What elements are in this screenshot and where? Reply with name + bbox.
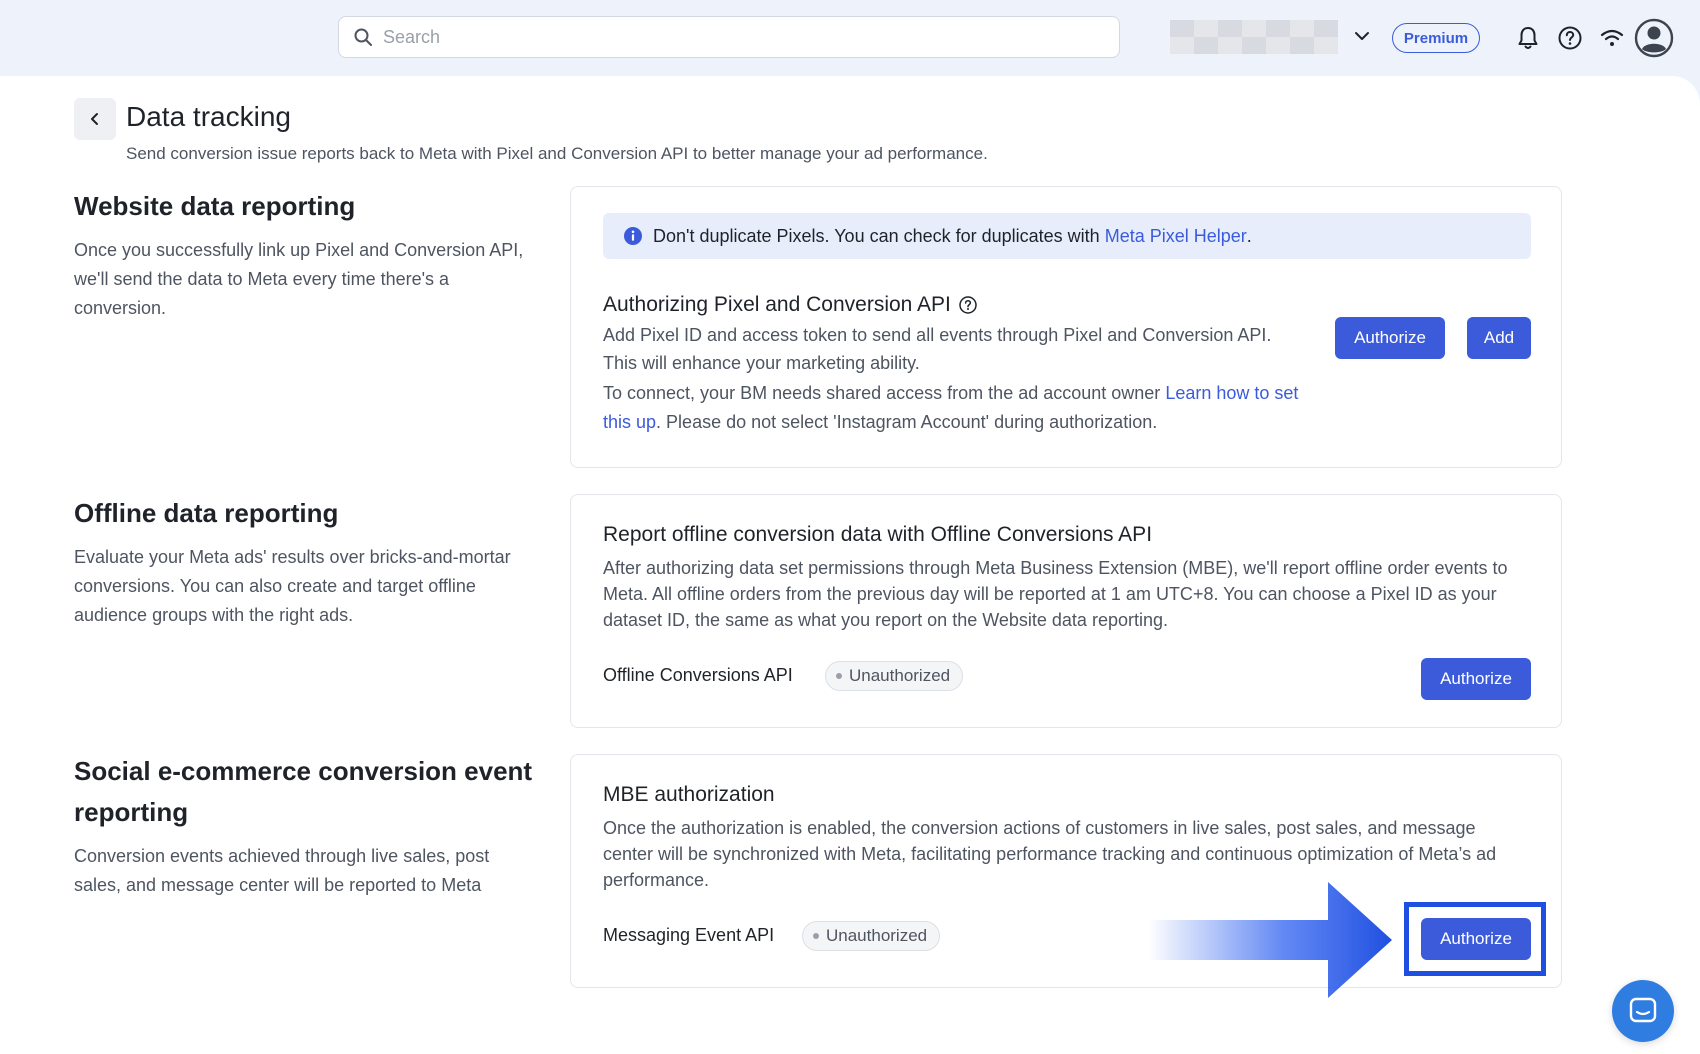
mbe-card-title: MBE authorization <box>603 783 775 806</box>
chat-support-button[interactable] <box>1612 980 1674 1042</box>
website-section-desc: Once you successfully link up Pixel and … <box>74 240 524 318</box>
messaging-event-api-label: Messaging Event API <box>603 925 775 945</box>
pointer-arrow-icon <box>1148 882 1392 998</box>
page-title: Data tracking <box>126 101 291 132</box>
offline-card-desc: After authorizing data set permissions t… <box>603 558 1508 630</box>
pixel-api-card: Don't duplicate Pixels. You can check fo… <box>570 186 1562 468</box>
info-icon <box>624 227 642 245</box>
social-section-desc: Conversion events achieved through live … <box>74 846 490 895</box>
offline-api-label: Offline Conversions API <box>603 665 793 685</box>
social-section-title: Social e-commerce conversion event repor… <box>74 756 533 827</box>
connect-instructions: To connect, your BM needs shared access … <box>603 379 1303 437</box>
pixel-add-button[interactable]: Add <box>1467 317 1531 359</box>
pixel-api-card-title-row: Authorizing Pixel and Conversion API <box>603 293 978 317</box>
offline-section-desc: Evaluate your Meta ads' results over bri… <box>74 547 511 625</box>
pixel-api-card-title: Authorizing Pixel and Conversion API <box>603 293 951 316</box>
connect-end: . Please do not select 'Instagram Accoun… <box>656 412 1158 432</box>
chevron-left-icon <box>91 113 98 125</box>
help-icon[interactable] <box>1556 24 1584 52</box>
offline-api-card: Report offline conversion data with Offl… <box>570 494 1562 728</box>
offline-section-title: Offline data reporting <box>74 498 339 528</box>
pixel-authorize-button[interactable]: Authorize <box>1335 317 1445 359</box>
search-input[interactable] <box>383 26 1083 48</box>
offline-authorize-button[interactable]: Authorize <box>1421 658 1531 700</box>
duplicate-pixel-notice: Don't duplicate Pixels. You can check fo… <box>603 213 1531 259</box>
page-subtitle: Send conversion issue reports back to Me… <box>126 144 988 163</box>
back-button[interactable] <box>74 98 116 140</box>
offline-card-title: Report offline conversion data with Offl… <box>603 523 1153 546</box>
search-box[interactable] <box>338 16 1120 58</box>
messaging-status-badge: Unauthorized <box>802 921 941 951</box>
status-dot <box>813 933 819 939</box>
top-bar: Premium <box>0 0 1700 76</box>
meta-pixel-helper-link[interactable]: Meta Pixel Helper <box>1105 226 1247 247</box>
status-dot <box>836 673 842 679</box>
wifi-icon[interactable] <box>1598 24 1626 52</box>
offline-status-text: Unauthorized <box>849 666 951 685</box>
chevron-down-icon[interactable] <box>1352 26 1372 46</box>
pixel-api-card-desc: Add Pixel ID and access token to send al… <box>603 325 1272 373</box>
bell-icon[interactable] <box>1514 24 1542 52</box>
search-icon <box>354 28 372 46</box>
offline-status-badge: Unauthorized <box>825 661 964 691</box>
question-circle-icon[interactable] <box>958 295 978 315</box>
highlight-frame <box>1404 902 1546 976</box>
chat-icon <box>1629 997 1657 1023</box>
notice-end: . <box>1246 225 1252 246</box>
user-avatar-icon[interactable] <box>1634 18 1674 58</box>
account-selector[interactable] <box>1170 20 1338 54</box>
premium-badge[interactable]: Premium <box>1392 23 1480 53</box>
notice-text: Don't duplicate Pixels. You can check fo… <box>653 225 1100 246</box>
connect-text: To connect, your BM needs shared access … <box>603 383 1166 403</box>
website-section-title: Website data reporting <box>74 191 356 221</box>
messaging-status-text: Unauthorized <box>826 926 928 945</box>
